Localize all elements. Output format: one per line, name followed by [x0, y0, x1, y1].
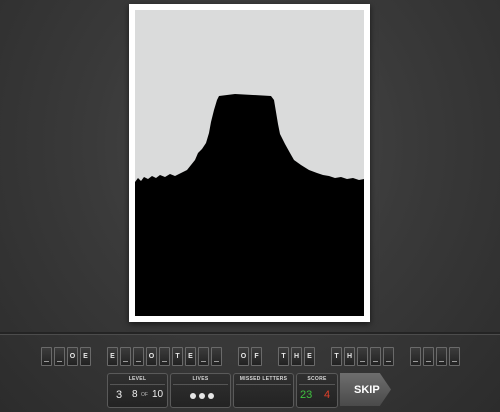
skip-button[interactable]: SKIP [340, 373, 391, 406]
letter-tile [383, 347, 394, 366]
poster-silhouette-image [135, 10, 364, 316]
missed-letters-separator [236, 384, 291, 385]
missed-letters-caption: MISSED LETTERS [239, 376, 288, 382]
lives-caption: LIVES [192, 376, 209, 382]
letter-tile [423, 347, 434, 366]
life-dot [198, 393, 205, 399]
level-separator [110, 384, 165, 385]
life-dot [207, 393, 214, 399]
letter-tile [198, 347, 209, 366]
progress-of-label: OF [141, 392, 148, 398]
letter-tile [410, 347, 421, 366]
lives-separator [173, 384, 228, 385]
movie-poster [129, 4, 370, 322]
letter-tile [41, 347, 52, 366]
letter-tile: F [251, 347, 262, 366]
lives-panel: LIVES [170, 373, 231, 408]
score-panel: SCORE 23 4 [296, 373, 338, 408]
progress-current: 8 [132, 389, 138, 400]
letter-tile [211, 347, 222, 366]
letter-tile: O [67, 347, 78, 366]
letter-tile [133, 347, 144, 366]
letter-tile [370, 347, 381, 366]
level-value: 3 [116, 389, 123, 401]
letter-tile: T [278, 347, 289, 366]
progress-total: 10 [152, 389, 164, 400]
letter-tile [357, 347, 368, 366]
letter-tile [159, 347, 170, 366]
divider [0, 332, 500, 335]
missed-letters-panel: MISSED LETTERS [233, 373, 294, 408]
letter-tile: E [304, 347, 315, 366]
level-panel: LEVEL 3 8 OF 10 [107, 373, 168, 408]
letter-tile: E [107, 347, 118, 366]
letter-tile: H [291, 347, 302, 366]
letter-tile [436, 347, 447, 366]
letter-tile: E [185, 347, 196, 366]
letter-tile [449, 347, 460, 366]
letter-tile: O [238, 347, 249, 366]
letter-tile: O [146, 347, 157, 366]
letter-tile [54, 347, 65, 366]
score-wrong: 4 [324, 389, 331, 401]
letter-tile [120, 347, 131, 366]
letter-tile: H [344, 347, 355, 366]
score-correct: 23 [300, 389, 313, 401]
life-dot [189, 393, 196, 399]
letter-tile: T [331, 347, 342, 366]
level-caption: LEVEL [128, 376, 147, 382]
score-caption: SCORE [307, 376, 327, 382]
score-separator [299, 384, 335, 385]
letter-tile: E [80, 347, 91, 366]
letter-tile: T [172, 347, 183, 366]
